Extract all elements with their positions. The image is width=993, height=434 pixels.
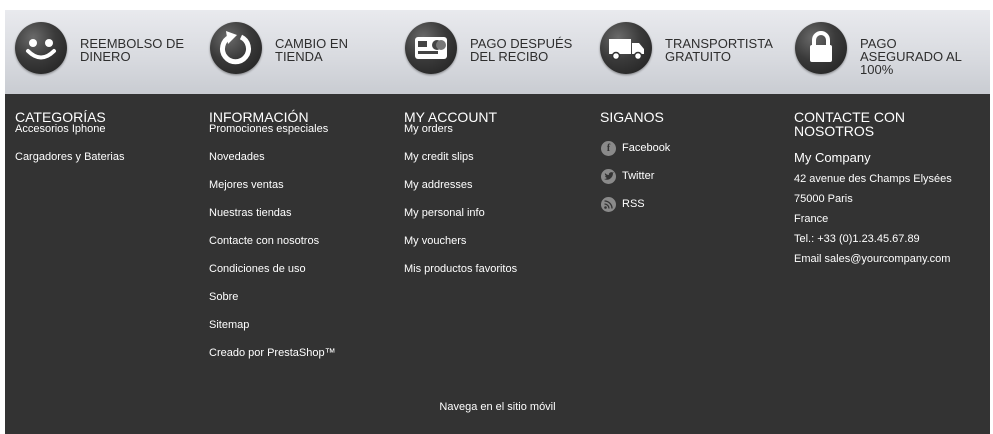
account-link[interactable]: Mis productos favoritos — [404, 264, 517, 275]
social-label[interactable]: RSS — [622, 198, 645, 210]
reassurance-item-payment-after: PAGO DESPUÉS DEL RECIBO — [405, 22, 582, 74]
account-link[interactable]: My personal info — [404, 208, 485, 219]
refresh-icon — [210, 22, 262, 74]
info-link[interactable]: Sitemap — [209, 320, 249, 331]
account-link[interactable]: My addresses — [404, 180, 472, 191]
phone-line: Tel.: +33 (0)1.23.45.67.89 — [794, 233, 920, 245]
footer-my-account: MY ACCOUNT My orders My credit slips My … — [404, 110, 517, 292]
reassurance-label: TRANSPORTISTA GRATUITO — [665, 36, 773, 64]
list-item[interactable]: Accesorios Iphone — [15, 124, 124, 152]
list-item[interactable]: Mejores ventas — [209, 180, 336, 208]
twitter-icon — [601, 168, 616, 184]
footer-heading: SIGANOS — [600, 109, 664, 125]
footer-categories: CATEGORÍAS Accesorios Iphone Cargadores … — [15, 110, 124, 180]
reassurance-label: REEMBOLSO DE DINERO — [80, 36, 185, 64]
address-line: 42 avenue des Champs Elysées — [794, 173, 952, 185]
mobile-site-link[interactable]: Navega en el sitio móvil — [5, 401, 990, 413]
info-link[interactable]: Condiciones de uso — [209, 264, 306, 275]
footer-contact: CONTACTE CON NOSOTROS My Company 42 aven… — [794, 110, 964, 274]
footer-heading: INFORMACIÓN — [209, 109, 309, 125]
info-link[interactable]: Creado por PrestaShop™ — [209, 348, 336, 359]
rss-icon — [601, 196, 616, 212]
credit-card-icon — [405, 22, 457, 74]
list-item[interactable]: Sitemap — [209, 320, 336, 348]
list-item[interactable]: My addresses — [404, 180, 517, 208]
footer-information: INFORMACIÓN Promociones especiales Noved… — [209, 110, 336, 376]
list-item[interactable]: Nuestras tiendas — [209, 208, 336, 236]
lock-icon — [795, 22, 847, 74]
reassurance-label: PAGO ASEGURADO AL 100% — [860, 36, 962, 77]
smiley-icon — [15, 22, 67, 74]
account-link[interactable]: My credit slips — [404, 152, 474, 163]
info-link[interactable]: Nuestras tiendas — [209, 208, 292, 219]
footer-heading: MY ACCOUNT — [404, 109, 498, 125]
account-link[interactable]: My orders — [404, 124, 453, 135]
email-line[interactable]: Email sales@yourcompany.com — [794, 254, 964, 274]
reassurance-item-secure: PAGO ASEGURADO AL 100% — [795, 22, 972, 76]
reassurance-label: PAGO DESPUÉS DEL RECIBO — [470, 36, 573, 64]
list-item[interactable]: My vouchers — [404, 236, 517, 264]
footer-heading: CATEGORÍAS — [15, 109, 106, 125]
social-link-facebook[interactable]: f Facebook — [600, 134, 670, 162]
reassurance-item-shipping: TRANSPORTISTA GRATUITO — [600, 22, 777, 74]
list-item[interactable]: Novedades — [209, 152, 336, 180]
footer-heading: CONTACTE CON NOSOTROS — [794, 109, 905, 139]
social-label[interactable]: Facebook — [622, 142, 670, 154]
reassurance-item-refund: REEMBOLSO DE DINERO — [15, 22, 192, 74]
list-item[interactable]: My orders — [404, 124, 517, 152]
facebook-icon: f — [601, 140, 616, 156]
account-link[interactable]: My vouchers — [404, 236, 466, 247]
info-link[interactable]: Sobre — [209, 292, 238, 303]
list-item[interactable]: Condiciones de uso — [209, 264, 336, 292]
footer: CATEGORÍAS Accesorios Iphone Cargadores … — [5, 94, 990, 434]
list-item[interactable]: Promociones especiales — [209, 124, 336, 152]
list-item[interactable]: Sobre — [209, 292, 336, 320]
country-line: France — [794, 213, 829, 225]
postal-line: 75000 Paris — [794, 193, 853, 205]
social-link-rss[interactable]: RSS — [600, 190, 670, 218]
list-item[interactable]: Cargadores y Baterias — [15, 152, 124, 180]
info-link[interactable]: Promociones especiales — [209, 124, 328, 135]
list-item[interactable]: Contacte con nosotros — [209, 236, 336, 264]
info-link[interactable]: Mejores ventas — [209, 180, 284, 191]
footer-social: SIGANOS f Facebook Twitter RSS — [600, 110, 670, 218]
list-item[interactable]: Mis productos favoritos — [404, 264, 517, 292]
list-item[interactable]: Creado por PrestaShop™ — [209, 348, 336, 376]
reassurance-item-exchange: CAMBIO EN TIENDA — [210, 22, 387, 74]
company-name: My Company — [794, 150, 871, 165]
category-link[interactable]: Accesorios Iphone — [15, 124, 106, 135]
social-label[interactable]: Twitter — [622, 170, 654, 182]
truck-icon — [600, 22, 652, 74]
social-link-twitter[interactable]: Twitter — [600, 162, 670, 190]
reassurance-bar: REEMBOLSO DE DINERO CAMBIO EN TIENDA PAG… — [5, 10, 990, 94]
info-link[interactable]: Contacte con nosotros — [209, 236, 319, 247]
list-item[interactable]: My credit slips — [404, 152, 517, 180]
reassurance-label: CAMBIO EN TIENDA — [275, 36, 348, 64]
category-link[interactable]: Cargadores y Baterias — [15, 152, 124, 163]
info-link[interactable]: Novedades — [209, 152, 265, 163]
list-item[interactable]: My personal info — [404, 208, 517, 236]
